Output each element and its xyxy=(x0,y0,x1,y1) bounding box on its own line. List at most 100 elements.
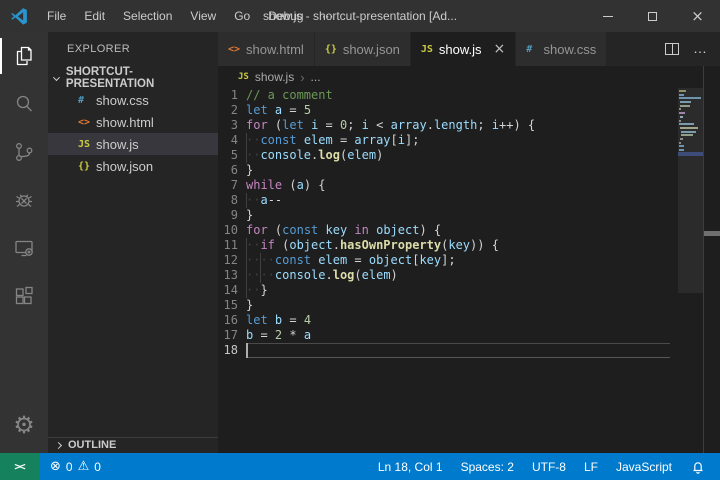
status-item-javascript[interactable]: JavaScript xyxy=(616,460,672,474)
minimize-button[interactable] xyxy=(585,0,630,32)
code-line-9[interactable]: 9} xyxy=(218,208,720,223)
menu-edit[interactable]: Edit xyxy=(75,0,114,32)
activity-debug-button[interactable] xyxy=(0,176,48,224)
menu-view[interactable]: View xyxy=(181,0,225,32)
minimap-line xyxy=(679,120,703,122)
breadcrumb-file[interactable]: show.js xyxy=(255,70,294,84)
code-text: b = 2 * a xyxy=(246,328,311,343)
split-editor-icon[interactable] xyxy=(665,43,679,55)
activity-remote-explorer-button[interactable] xyxy=(0,224,48,272)
code-line-6[interactable]: 6} xyxy=(218,163,720,178)
line-number: 16 xyxy=(218,313,238,328)
explorer-header: EXPLORER xyxy=(48,32,218,67)
js-file-icon: JS xyxy=(238,72,249,82)
code-line-7[interactable]: 7while (a) { xyxy=(218,178,720,193)
menu-file[interactable]: File xyxy=(38,0,75,32)
code-text: ··const elem = array[i]; xyxy=(246,133,419,148)
file-tree: #show.css<>show.htmlJSshow.js{}show.json xyxy=(48,89,218,177)
code-line-5[interactable]: 5··console.log(elem) xyxy=(218,148,720,163)
indent-guide xyxy=(246,238,247,298)
status-item-ln-18-col-1[interactable]: Ln 18, Col 1 xyxy=(378,460,443,474)
line-number: 2 xyxy=(218,103,238,118)
extensions-icon xyxy=(12,284,36,308)
code-text: ····console.log(elem) xyxy=(246,268,398,283)
code-text: ··} xyxy=(246,283,268,298)
tab-bar: <>show.html{}show.jsonJSshow.js×#show.cs… xyxy=(218,32,720,66)
sidebar-item-show-html[interactable]: <>show.html xyxy=(48,111,218,133)
vscode-window: FileEditSelectionViewGoDebug··· show.js … xyxy=(0,0,720,480)
line-number: 11 xyxy=(218,238,238,253)
code-line-13[interactable]: 13····console.log(elem) xyxy=(218,268,720,283)
error-icon: ⊗ xyxy=(50,459,61,474)
file-name: show.js xyxy=(96,137,139,152)
tab-show-json[interactable]: {}show.json xyxy=(315,32,410,66)
tab-show-css[interactable]: #show.css xyxy=(516,32,606,66)
minimap[interactable] xyxy=(678,88,703,453)
activity-source-control-button[interactable] xyxy=(0,128,48,176)
file-type-icon: JS xyxy=(78,139,96,150)
code-text: // a comment xyxy=(246,88,333,103)
minimap-line xyxy=(679,123,703,125)
tab-show-js[interactable]: JSshow.js× xyxy=(411,32,515,66)
minimap-line xyxy=(679,127,703,129)
sidebar-item-show-json[interactable]: {}show.json xyxy=(48,155,218,177)
outline-section[interactable]: OUTLINE xyxy=(48,437,218,453)
code-line-17[interactable]: 17b = 2 * a xyxy=(218,328,720,343)
minimap-line xyxy=(679,149,703,151)
close-icon: × xyxy=(691,9,704,24)
code-line-3[interactable]: 3for (let i = 0; i < array.length; i++) … xyxy=(218,118,720,133)
remote-indicator[interactable]: >< xyxy=(0,453,40,480)
code-line-10[interactable]: 10for (const key in object) { xyxy=(218,223,720,238)
close-tab-icon[interactable]: × xyxy=(494,42,506,56)
code-line-14[interactable]: 14··} xyxy=(218,283,720,298)
menu-go[interactable]: Go xyxy=(225,0,259,32)
breadcrumb-more[interactable]: ... xyxy=(311,70,321,84)
code-line-4[interactable]: 4··const elem = array[i]; xyxy=(218,133,720,148)
activity-extensions-button[interactable] xyxy=(0,272,48,320)
code-text: } xyxy=(246,163,253,178)
file-type-icon: {} xyxy=(78,161,96,172)
code-line-15[interactable]: 15} xyxy=(218,298,720,313)
line-number: 5 xyxy=(218,148,238,163)
line-number: 8 xyxy=(218,193,238,208)
notifications-bell-button[interactable] xyxy=(690,459,706,475)
more-actions-icon[interactable]: … xyxy=(693,46,708,52)
minimap-line xyxy=(679,94,703,96)
code-line-1[interactable]: 1// a comment xyxy=(218,88,720,103)
code-line-11[interactable]: 11 ··if (object.hasOwnProperty(key)) { xyxy=(218,238,720,253)
file-type-icon: {} xyxy=(325,44,343,55)
code-line-2[interactable]: 2let a = 5 xyxy=(218,103,720,118)
close-button[interactable]: × xyxy=(675,0,720,32)
breadcrumb[interactable]: JS show.js › ... xyxy=(218,66,720,88)
vscode-logo-icon xyxy=(10,7,28,25)
code-text: for (const key in object) { xyxy=(246,223,441,238)
line-number: 9 xyxy=(218,208,238,223)
status-item-spaces-2[interactable]: Spaces: 2 xyxy=(461,460,514,474)
title-bar: FileEditSelectionViewGoDebug··· show.js … xyxy=(0,0,720,32)
explorer-sidebar: EXPLORER SHORTCUT-PRESENTATION #show.css… xyxy=(48,32,218,453)
activity-search-button[interactable] xyxy=(0,80,48,128)
code-line-8[interactable]: 8 ··a-- xyxy=(218,193,720,208)
status-item-lf[interactable]: LF xyxy=(584,460,598,474)
minimap-line xyxy=(679,116,703,118)
sidebar-item-show-js[interactable]: JSshow.js xyxy=(48,133,218,155)
code-line-12[interactable]: 12····const elem = object[key]; xyxy=(218,253,720,268)
maximize-button[interactable] xyxy=(630,0,675,32)
manage-button[interactable]: ⚙ xyxy=(0,405,48,445)
tab-show-html[interactable]: <>show.html xyxy=(218,32,314,66)
outline-label: OUTLINE xyxy=(68,439,116,451)
status-item-utf-8[interactable]: UTF-8 xyxy=(532,460,566,474)
code-editor[interactable]: 1// a comment2let a = 53for (let i = 0; … xyxy=(218,88,720,453)
problems-status[interactable]: ⊗ 0 ⚠ 0 xyxy=(40,459,101,474)
folder-shortcut-presentation[interactable]: SHORTCUT-PRESENTATION xyxy=(48,67,218,89)
menu-selection[interactable]: Selection xyxy=(114,0,181,32)
code-text: ··if (object.hasOwnProperty(key)) { xyxy=(246,238,499,253)
activity-explorer-button[interactable] xyxy=(0,32,48,80)
code-text: ··a-- xyxy=(246,193,282,208)
window-controls: × xyxy=(585,0,720,32)
sidebar-item-show-css[interactable]: #show.css xyxy=(48,89,218,111)
warning-icon: ⚠ xyxy=(78,459,90,474)
error-count: 0 xyxy=(66,460,73,474)
code-line-16[interactable]: 16let b = 4 xyxy=(218,313,720,328)
tab-label: show.js xyxy=(439,42,482,57)
